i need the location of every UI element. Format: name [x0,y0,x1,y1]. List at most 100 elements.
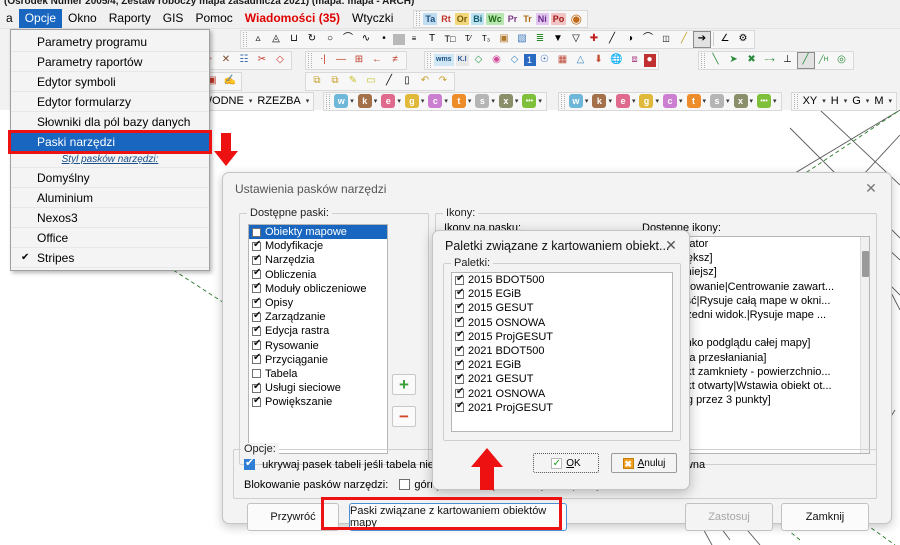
list-item[interactable]: Przyciąganie [249,352,387,367]
list-item[interactable]: Modyfikacje [249,239,387,253]
checkbox[interactable] [252,395,261,407]
list-item[interactable]: Powiększanie [249,395,387,409]
palette2-button-w[interactable]: w [568,94,583,108]
checkbox[interactable] [455,400,464,413]
hide-table-bar-checkbox[interactable] [244,456,255,470]
map-object-bars-button[interactable]: Paski związane z kartowaniem obiektów ma… [349,503,567,531]
menu-item-a[interactable]: a [0,9,19,28]
line-measure-icon[interactable]: ╱ [603,31,621,48]
diamond-icon[interactable]: ◇ [271,52,289,69]
measure-angle-icon[interactable]: ➤ [725,52,743,69]
menu-parametry-programu[interactable]: Parametry programu [11,32,209,52]
checkbox[interactable] [252,352,261,365]
copy-object-icon[interactable]: ☷ [235,52,253,69]
remove-bar-button[interactable]: − [392,406,416,427]
erase-object-icon[interactable]: ✕ [217,52,235,69]
toolbar-grip[interactable] [793,93,798,109]
rect-open-icon[interactable]: ⊔ [285,31,303,48]
palettes-list[interactable]: 2015 BDOT500 2015 EGiB 2015 GESUT 2015 O… [451,272,673,432]
menu-edytor-formularzy[interactable]: Edytor formularzy [11,92,209,112]
palette-button-t[interactable]: t [451,94,466,108]
chip-pr[interactable]: Pr [505,12,520,25]
apply-button[interactable]: Zastosuj [685,503,773,531]
edit-object-icon[interactable]: ✍ [221,73,239,90]
palette2-button-x[interactable]: x [733,94,748,108]
dimension-icon[interactable]: ≡ [405,31,423,48]
toolbar-group-palette-1[interactable]: w ▾ k ▾ e ▾ g ▾ c ▾ t ▾ s ▾ x ▾ ••• ▾ [323,91,547,111]
measure-perp-icon[interactable]: ⊥ [779,52,797,69]
water-icon[interactable]: △ [572,52,590,69]
list-item[interactable]: Narzędzia [249,253,387,267]
chevron-down-icon[interactable]: ▾ [395,97,403,105]
measure-offset-icon[interactable]: ⤍ [761,52,779,69]
snap-end-icon[interactable]: ← [368,52,386,69]
menu-parametry-raportow[interactable]: Parametry raportów [11,52,209,72]
toolbar-grip[interactable] [416,11,421,26]
coord-button-m[interactable]: M [871,95,886,107]
image-icon[interactable]: ▧ [513,31,531,48]
list-item[interactable]: Obiekty mapowe [249,225,387,240]
toolbar-group-modify[interactable]: ✏ ✕ ☷ ✂ ◇ [196,50,292,70]
checkbox[interactable] [252,267,261,280]
chevron-down-icon[interactable]: ▾ [466,97,474,105]
add-frame-icon[interactable]: ⧈ [626,52,644,69]
chevron-down-icon[interactable]: ▾ [304,97,312,105]
measure-line-icon[interactable]: ╲ [707,52,725,69]
checkbox[interactable] [252,296,261,308]
palette2-button-t[interactable]: t [686,94,701,108]
list-item[interactable]: 2021 EGiB [452,358,672,372]
list-item[interactable]: Edycja rastra [249,324,387,338]
list-item[interactable]: Zarządzanie [249,310,387,324]
close-button[interactable]: Zamknij [781,503,869,531]
list-item[interactable]: 2015 BDOT500 [452,273,672,287]
checkbox[interactable] [252,227,261,237]
menu-item-raporty[interactable]: Raporty [103,9,157,28]
layer-rzezba-button[interactable]: RZEZBA [254,95,303,107]
palette-button-e[interactable]: e [381,94,396,108]
arc-dim-icon[interactable]: ⌒ [639,31,657,48]
checkbox[interactable] [455,344,464,356]
list-item[interactable]: 2021 GESUT [452,372,672,386]
menu-style-nexos3[interactable]: Nexos3 [11,208,209,228]
toolbar-grip[interactable] [308,52,312,68]
chevron-down-icon[interactable]: ▾ [442,97,450,105]
text-sub-icon[interactable]: T₃ [477,31,495,48]
palette2-button-s[interactable]: s [710,94,725,108]
raster-line-icon[interactable]: ╱ [380,73,398,90]
snap-mid-icon[interactable]: ⊞ [350,52,368,69]
coord-button-xy[interactable]: XY [800,95,821,107]
crosshair-icon[interactable]: ✚ [585,31,603,48]
snap-point-icon[interactable]: ⋅| [314,52,332,69]
polyline-icon[interactable]: ▵ [249,31,267,48]
list-item[interactable]: Obliczenia [249,267,387,282]
menu-item-okno[interactable]: Okno [62,9,103,28]
checkbox[interactable] [252,239,261,251]
close-icon[interactable]: ✕ [861,179,881,197]
checkbox[interactable] [252,281,261,294]
toolbar-grip[interactable] [427,52,431,68]
chip-ta[interactable]: Ta [423,12,438,25]
raster-add-icon[interactable]: ⧉ [308,73,326,90]
list-item[interactable]: Moduły obliczeniowe [249,281,387,296]
palette-button-c[interactable]: c [428,94,443,108]
list-item[interactable]: 2021 ProjGESUT [452,400,672,415]
toolbar-grip[interactable] [700,52,705,68]
palette2-button-c[interactable]: c [662,94,677,108]
list-item[interactable]: Opisy [249,296,387,310]
chip-or[interactable]: Or [454,12,470,25]
toolbar-group-snap[interactable]: ⋅| — ⊞ ← ≠ [305,50,407,70]
measure-height-icon[interactable]: ╱ H [815,52,833,69]
chip-rt[interactable]: Rt [439,12,453,25]
checkbox[interactable] [455,273,464,285]
arc-seg-icon[interactable]: ⌒ [339,31,357,48]
chip-wc[interactable]: Wc [486,12,504,25]
number-one-icon[interactable]: 1 [523,54,536,66]
chevron-down-icon[interactable]: ▾ [348,97,356,105]
chevron-down-icon[interactable]: ▾ [583,97,591,105]
list-icon[interactable]: ≣ [531,31,549,48]
chevron-down-icon[interactable]: ▾ [886,97,894,105]
list-item[interactable]: 2021 BDOT500 [452,344,672,358]
available-icons-scrollbar[interactable] [860,237,869,453]
spline-icon[interactable]: ∿ [357,31,375,48]
chevron-down-icon[interactable]: ▾ [419,97,427,105]
